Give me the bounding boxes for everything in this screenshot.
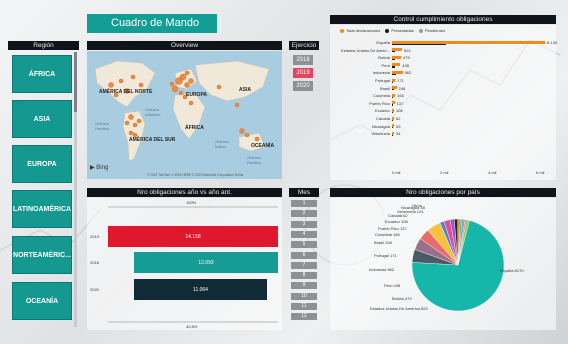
pie-slice-label: España 8170	[500, 268, 524, 273]
pie-slice-label: Portugal 171	[374, 253, 397, 258]
pie-slice-label: Colombia 166	[375, 232, 400, 237]
pie-slice-label: Brasil 248	[374, 240, 392, 245]
pie-slice-label: Puerto Rico 137	[378, 226, 407, 231]
pie-slice-label: Indonesia 562	[369, 267, 395, 272]
pie-slice-label: Bolivia 479	[392, 296, 412, 301]
pie-slice-label: Otros	[412, 203, 422, 208]
pie-slice-label: Estados Unidos De América 523	[370, 306, 428, 311]
pie-chart[interactable]	[0, 0, 568, 344]
pie-slice-label: Ecuador 108	[385, 219, 408, 224]
pie-slice-label: Perú 438	[384, 283, 401, 288]
